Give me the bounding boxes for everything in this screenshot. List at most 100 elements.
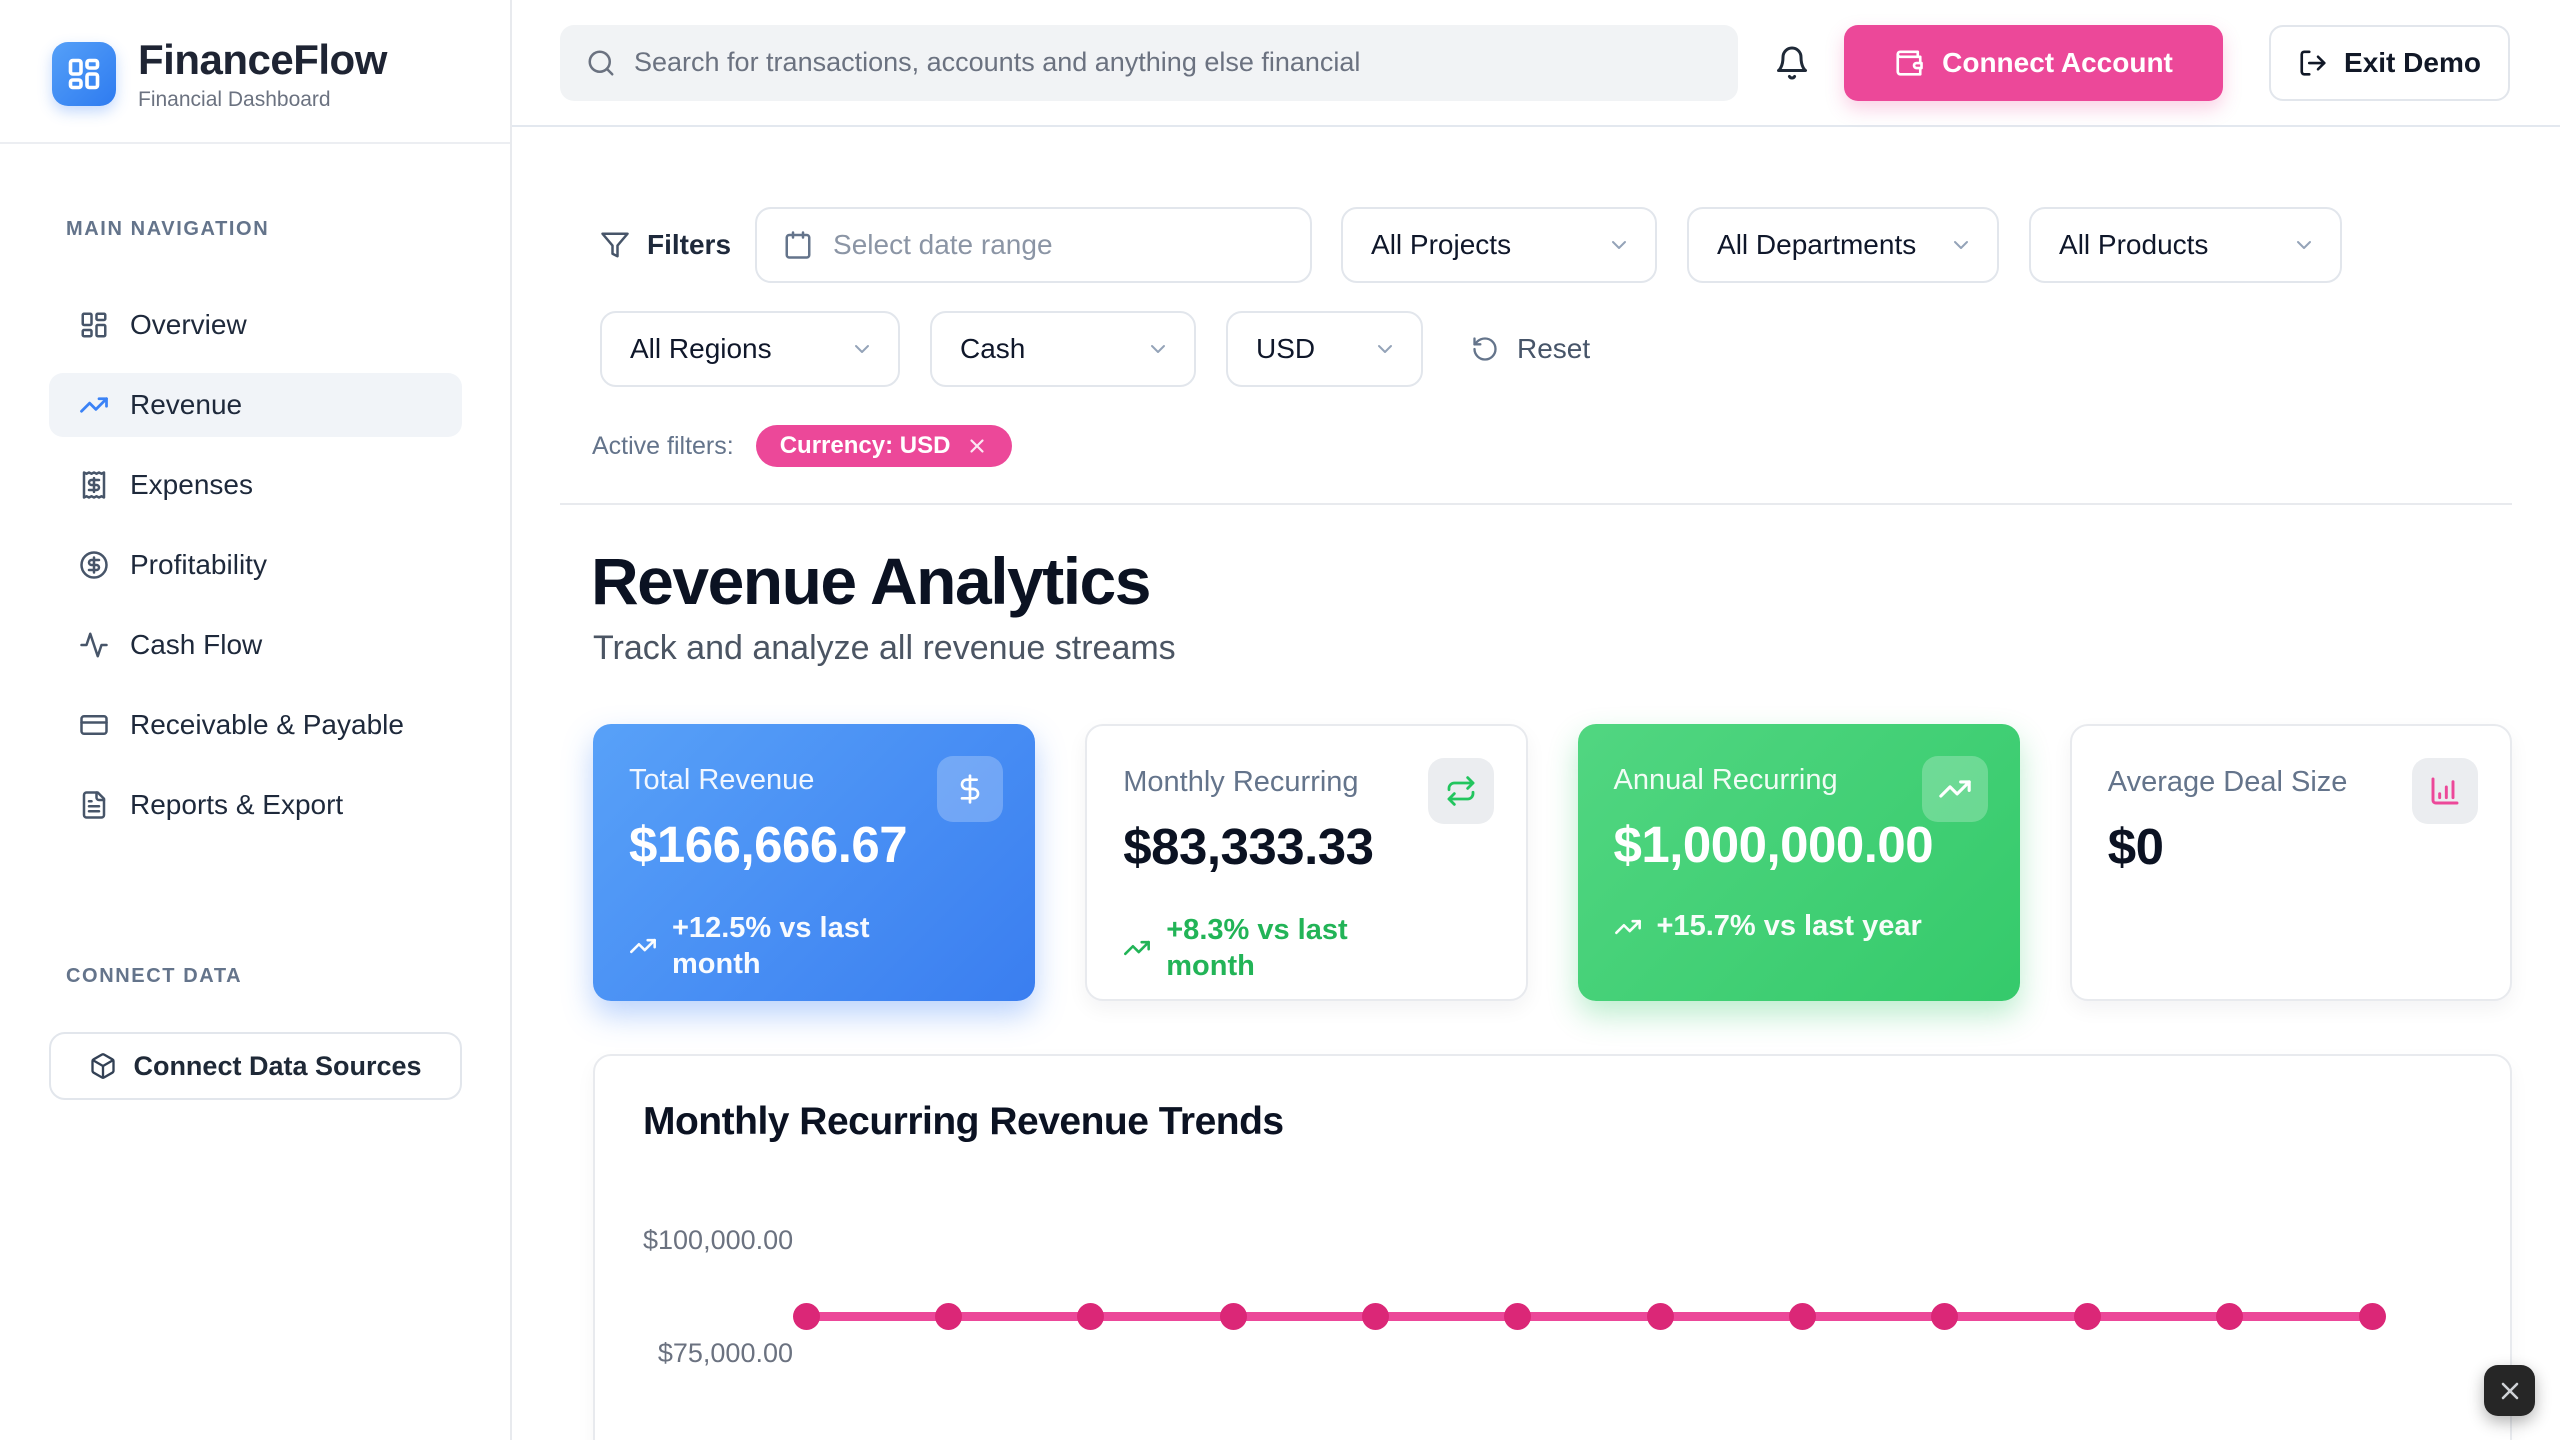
brand: FinanceFlow Financial Dashboard xyxy=(0,0,510,144)
trending-up-icon xyxy=(1922,756,1988,822)
close-icon xyxy=(2496,1377,2524,1405)
main-navigation: Overview Revenue Expenses Profitability … xyxy=(49,293,462,837)
app-subtitle: Financial Dashboard xyxy=(138,88,387,112)
chart-title: Monthly Recurring Revenue Trends xyxy=(643,1100,2462,1144)
accounting-basis-select[interactable]: Cash xyxy=(930,311,1196,387)
sidebar-item-reports-export[interactable]: Reports & Export xyxy=(49,773,462,837)
page-subtitle: Track and analyze all revenue streams xyxy=(593,629,2512,668)
date-range-input[interactable]: Select date range xyxy=(755,207,1312,283)
trending-up-icon xyxy=(79,390,109,420)
chevron-down-icon xyxy=(1607,233,1631,257)
regions-select[interactable]: All Regions xyxy=(600,311,900,387)
connect-account-button[interactable]: Connect Account xyxy=(1844,25,2223,101)
currency-filter-badge[interactable]: Currency: USD xyxy=(756,425,1013,467)
filters-header: Filters xyxy=(600,229,731,261)
chart-point xyxy=(1647,1303,1674,1330)
trending-up-icon xyxy=(1123,934,1151,962)
receipt-icon xyxy=(79,470,109,500)
filter-funnel-icon xyxy=(600,230,630,260)
chart-point xyxy=(2074,1303,2101,1330)
main-area: Connect Account Exit Demo Filters Select… xyxy=(512,0,2560,1440)
section-divider xyxy=(560,503,2512,505)
sidebar-item-receivable-payable[interactable]: Receivable & Payable xyxy=(49,693,462,757)
chevron-down-icon xyxy=(1949,233,1973,257)
chart-point xyxy=(935,1303,962,1330)
dashboard-grid-icon xyxy=(79,310,109,340)
global-search[interactable] xyxy=(560,25,1738,101)
trend: +15.7% vs last year xyxy=(1614,910,1984,943)
package-icon xyxy=(89,1052,117,1080)
y-axis-tick: $100,000.00 xyxy=(643,1224,793,1256)
date-range-placeholder: Select date range xyxy=(833,229,1053,261)
document-icon xyxy=(79,790,109,820)
content: Filters Select date range All Projects A… xyxy=(512,127,2560,1440)
projects-select[interactable]: All Projects xyxy=(1341,207,1657,283)
sidebar-item-profitability[interactable]: Profitability xyxy=(49,533,462,597)
chevron-down-icon xyxy=(2292,233,2316,257)
chart-point xyxy=(793,1303,820,1330)
topbar: Connect Account Exit Demo xyxy=(512,0,2560,127)
filters-row-1: Filters Select date range All Projects A… xyxy=(560,207,2512,283)
notifications-button[interactable] xyxy=(1768,39,1816,87)
chevron-down-icon xyxy=(1373,337,1397,361)
app-title: FinanceFlow xyxy=(138,36,387,84)
credit-card-icon xyxy=(79,710,109,740)
reset-filters-button[interactable]: Reset xyxy=(1471,333,1590,365)
nav-section-label: MAIN NAVIGATION xyxy=(66,218,510,241)
chart-point xyxy=(2216,1303,2243,1330)
bell-icon xyxy=(1774,45,1810,81)
chart-point xyxy=(1931,1303,1958,1330)
trend: +8.3% vs last month xyxy=(1123,912,1489,985)
chart-point xyxy=(1504,1303,1531,1330)
remove-filter-icon[interactable] xyxy=(966,435,988,457)
stat-cards: Total Revenue $166,666.67 +12.5% vs last… xyxy=(593,724,2512,1001)
repeat-icon xyxy=(1428,758,1494,824)
bar-chart-icon xyxy=(2412,758,2478,824)
stat-card-annual-recurring: Annual Recurring $1,000,000.00 +15.7% vs… xyxy=(1578,724,2020,1001)
currency-select[interactable]: USD xyxy=(1226,311,1423,387)
search-input[interactable] xyxy=(634,47,1712,78)
chart-point xyxy=(1789,1303,1816,1330)
trend: +12.5% vs last month xyxy=(629,910,999,983)
stat-card-average-deal-size: Average Deal Size $0 xyxy=(2070,724,2512,1001)
log-out-icon xyxy=(2298,48,2328,78)
filters-row-2: All Regions Cash USD Reset xyxy=(600,311,2512,387)
chart-point xyxy=(2359,1303,2386,1330)
y-axis-tick: $75,000.00 xyxy=(643,1337,793,1369)
active-filters-row: Active filters: Currency: USD xyxy=(592,425,2512,467)
dollar-icon xyxy=(937,756,1003,822)
products-select[interactable]: All Products xyxy=(2029,207,2342,283)
connect-data-sources-button[interactable]: Connect Data Sources xyxy=(49,1032,462,1100)
topbar-actions: Connect Account Exit Demo xyxy=(1844,25,2510,101)
wallet-icon xyxy=(1894,48,1924,78)
chart-line-series xyxy=(806,1312,2372,1321)
dollar-circle-icon xyxy=(79,550,109,580)
stat-card-monthly-recurring: Monthly Recurring $83,333.33 +8.3% vs la… xyxy=(1085,724,1527,1001)
activity-pulse-icon xyxy=(79,630,109,660)
chart-point xyxy=(1220,1303,1247,1330)
chart-point xyxy=(1362,1303,1389,1330)
chevron-down-icon xyxy=(850,337,874,361)
app-logo-icon xyxy=(52,42,116,106)
sidebar-item-revenue[interactable]: Revenue xyxy=(49,373,462,437)
sidebar-item-cash-flow[interactable]: Cash Flow xyxy=(49,613,462,677)
sidebar: FinanceFlow Financial Dashboard MAIN NAV… xyxy=(0,0,512,1440)
chart-plot: $100,000.00 $75,000.00 $50,000.00 xyxy=(643,1174,2462,1440)
page-title: Revenue Analytics xyxy=(591,543,2512,619)
rotate-ccw-icon xyxy=(1471,335,1499,363)
mrr-trends-chart-card: Monthly Recurring Revenue Trends $100,00… xyxy=(593,1054,2512,1440)
active-filters-label: Active filters: xyxy=(592,432,734,461)
calendar-icon xyxy=(783,230,813,260)
exit-demo-button[interactable]: Exit Demo xyxy=(2269,25,2510,101)
stat-card-total-revenue: Total Revenue $166,666.67 +12.5% vs last… xyxy=(593,724,1035,1001)
connect-section-label: CONNECT DATA xyxy=(66,965,510,988)
trending-up-icon xyxy=(1614,913,1642,941)
chevron-down-icon xyxy=(1146,337,1170,361)
overlay-close-button[interactable] xyxy=(2484,1365,2535,1416)
sidebar-item-overview[interactable]: Overview xyxy=(49,293,462,357)
search-icon xyxy=(586,48,616,78)
chart-point xyxy=(1077,1303,1104,1330)
sidebar-item-expenses[interactable]: Expenses xyxy=(49,453,462,517)
trending-up-icon xyxy=(629,932,657,960)
departments-select[interactable]: All Departments xyxy=(1687,207,1999,283)
